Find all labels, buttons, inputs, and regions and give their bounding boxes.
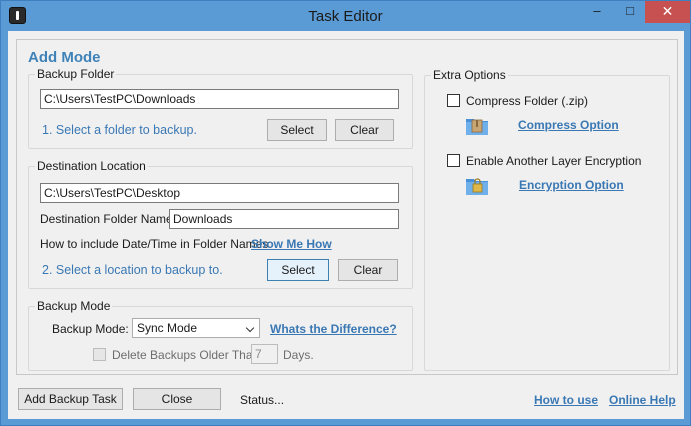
close-button[interactable]: Close bbox=[133, 388, 221, 410]
main-panel: Add Mode Backup Folder C:\Users\TestPC\D… bbox=[16, 39, 678, 375]
destination-group: Destination Location C:\Users\TestPC\Des… bbox=[28, 159, 413, 289]
destination-clear-button[interactable]: Clear bbox=[338, 259, 398, 281]
extra-options-group: Extra Options Compress Folder (.zip) Com… bbox=[424, 68, 670, 371]
backup-mode-legend: Backup Mode bbox=[35, 299, 113, 313]
zip-folder-icon bbox=[465, 114, 489, 136]
delete-old-backups-checkbox[interactable] bbox=[93, 348, 106, 361]
status-text: Status... bbox=[240, 393, 285, 407]
backup-folder-legend: Backup Folder bbox=[35, 67, 117, 81]
backup-folder-hint: 1. Select a folder to backup. bbox=[42, 123, 197, 137]
days-input[interactable]: 7 bbox=[251, 344, 278, 364]
encryption-option-link[interactable]: Encryption Option bbox=[519, 178, 624, 192]
backup-folder-clear-button[interactable]: Clear bbox=[335, 119, 394, 141]
backup-mode-select[interactable]: Sync Mode bbox=[132, 318, 260, 338]
datetime-label: How to include Date/Time in Folder Names… bbox=[40, 237, 272, 251]
encryption-label: Enable Another Layer Encryption bbox=[466, 154, 642, 168]
client-area: Add Mode Backup Folder C:\Users\TestPC\D… bbox=[8, 31, 684, 419]
destination-select-button[interactable]: Select bbox=[267, 259, 329, 281]
minimize-button[interactable]: – bbox=[581, 1, 613, 23]
compress-folder-label: Compress Folder (.zip) bbox=[466, 94, 589, 108]
delete-old-backups-label: Delete Backups Older Than: bbox=[112, 348, 263, 362]
backup-folder-select-button[interactable]: Select bbox=[267, 119, 327, 141]
backup-mode-group: Backup Mode Backup Mode: Sync Mode Whats… bbox=[28, 299, 413, 371]
destination-folder-name-input[interactable]: Downloads bbox=[169, 209, 399, 229]
whats-the-difference-link[interactable]: Whats the Difference? bbox=[270, 322, 397, 336]
close-window-button[interactable]: ✕ bbox=[645, 1, 690, 23]
backup-mode-selected-value: Sync Mode bbox=[137, 321, 198, 335]
destination-folder-name-label: Destination Folder Name: bbox=[40, 212, 177, 226]
how-to-use-link[interactable]: How to use bbox=[534, 393, 598, 407]
destination-legend: Destination Location bbox=[35, 159, 148, 173]
extra-options-legend: Extra Options bbox=[431, 68, 508, 82]
days-label: Days. bbox=[283, 348, 314, 362]
online-help-link[interactable]: Online Help bbox=[609, 393, 676, 407]
task-editor-window: Task Editor – □ ✕ Add Mode Backup Folder… bbox=[0, 0, 691, 426]
maximize-button[interactable]: □ bbox=[615, 1, 645, 23]
destination-hint: 2. Select a location to backup to. bbox=[42, 263, 223, 277]
chevron-down-icon bbox=[245, 323, 255, 333]
destination-path-input[interactable]: C:\Users\TestPC\Desktop bbox=[40, 183, 399, 203]
compress-folder-checkbox[interactable] bbox=[447, 94, 460, 107]
show-me-how-link[interactable]: Show Me How bbox=[251, 237, 332, 251]
add-backup-task-button[interactable]: Add Backup Task bbox=[18, 388, 123, 410]
backup-mode-label: Backup Mode: bbox=[52, 322, 129, 336]
compress-option-link[interactable]: Compress Option bbox=[518, 118, 619, 132]
encryption-checkbox[interactable] bbox=[447, 154, 460, 167]
backup-folder-group: Backup Folder C:\Users\TestPC\Downloads … bbox=[28, 67, 413, 149]
lock-folder-icon bbox=[465, 174, 489, 196]
backup-folder-path-input[interactable]: C:\Users\TestPC\Downloads bbox=[40, 89, 399, 109]
title-bar[interactable]: Task Editor – □ ✕ bbox=[1, 1, 690, 31]
mode-title: Add Mode bbox=[28, 49, 101, 66]
